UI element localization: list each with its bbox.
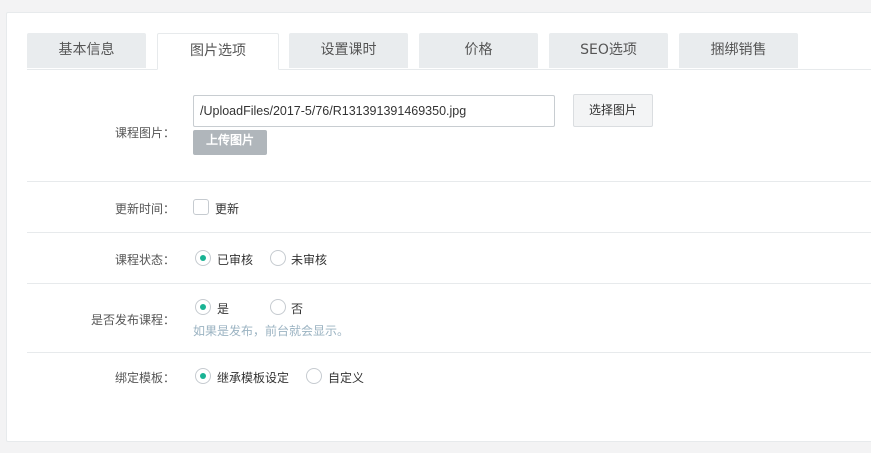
update-checkbox[interactable] (193, 199, 209, 215)
tab-bundle-sales[interactable]: 捆绑销售 (679, 33, 798, 68)
divider (27, 283, 871, 284)
status-approved-radio[interactable] (195, 250, 211, 266)
update-checkbox-label: 更新 (215, 202, 240, 216)
template-custom-radio[interactable] (306, 368, 322, 384)
tab-image-options[interactable]: 图片选项 (157, 33, 279, 70)
course-status-label: 课程状态： (114, 253, 175, 267)
template-inherit-radio[interactable] (195, 368, 211, 384)
publish-yes-radio[interactable] (195, 299, 211, 315)
course-image-path-input[interactable]: /UploadFiles/2017-5/76/R131391391469350.… (193, 95, 555, 127)
publish-hint-text: 如果是发布，前台就会显示。 (193, 324, 350, 338)
divider (27, 181, 871, 182)
tab-bar: 基本信息 图片选项 设置课时 价格 SEO选项 捆绑销售 (27, 33, 871, 70)
status-unapproved-radio[interactable] (270, 250, 286, 266)
tab-set-lessons[interactable]: 设置课时 (289, 33, 408, 68)
course-image-label: 课程图片： (114, 126, 175, 140)
status-unapproved-label: 未审核 (291, 253, 328, 267)
upload-image-button[interactable]: 上传图片 (193, 130, 267, 155)
select-image-button[interactable]: 选择图片 (573, 94, 653, 127)
publish-course-label: 是否发布课程： (90, 313, 175, 327)
divider (27, 232, 871, 233)
template-custom-label: 自定义 (328, 371, 365, 385)
bind-template-label: 绑定模板： (114, 371, 175, 385)
form-panel: 基本信息 图片选项 设置课时 价格 SEO选项 捆绑销售 课程图片： /Uplo… (6, 12, 871, 442)
divider (27, 352, 871, 353)
status-approved-label: 已审核 (217, 253, 254, 267)
tab-seo-options[interactable]: SEO选项 (549, 33, 668, 68)
template-inherit-label: 继承模板设定 (217, 371, 290, 385)
update-time-label: 更新时间： (114, 202, 175, 216)
tab-price[interactable]: 价格 (419, 33, 538, 68)
publish-no-label: 否 (291, 302, 304, 316)
publish-yes-label: 是 (217, 302, 230, 316)
publish-no-radio[interactable] (270, 299, 286, 315)
tab-basic-info[interactable]: 基本信息 (27, 33, 146, 68)
